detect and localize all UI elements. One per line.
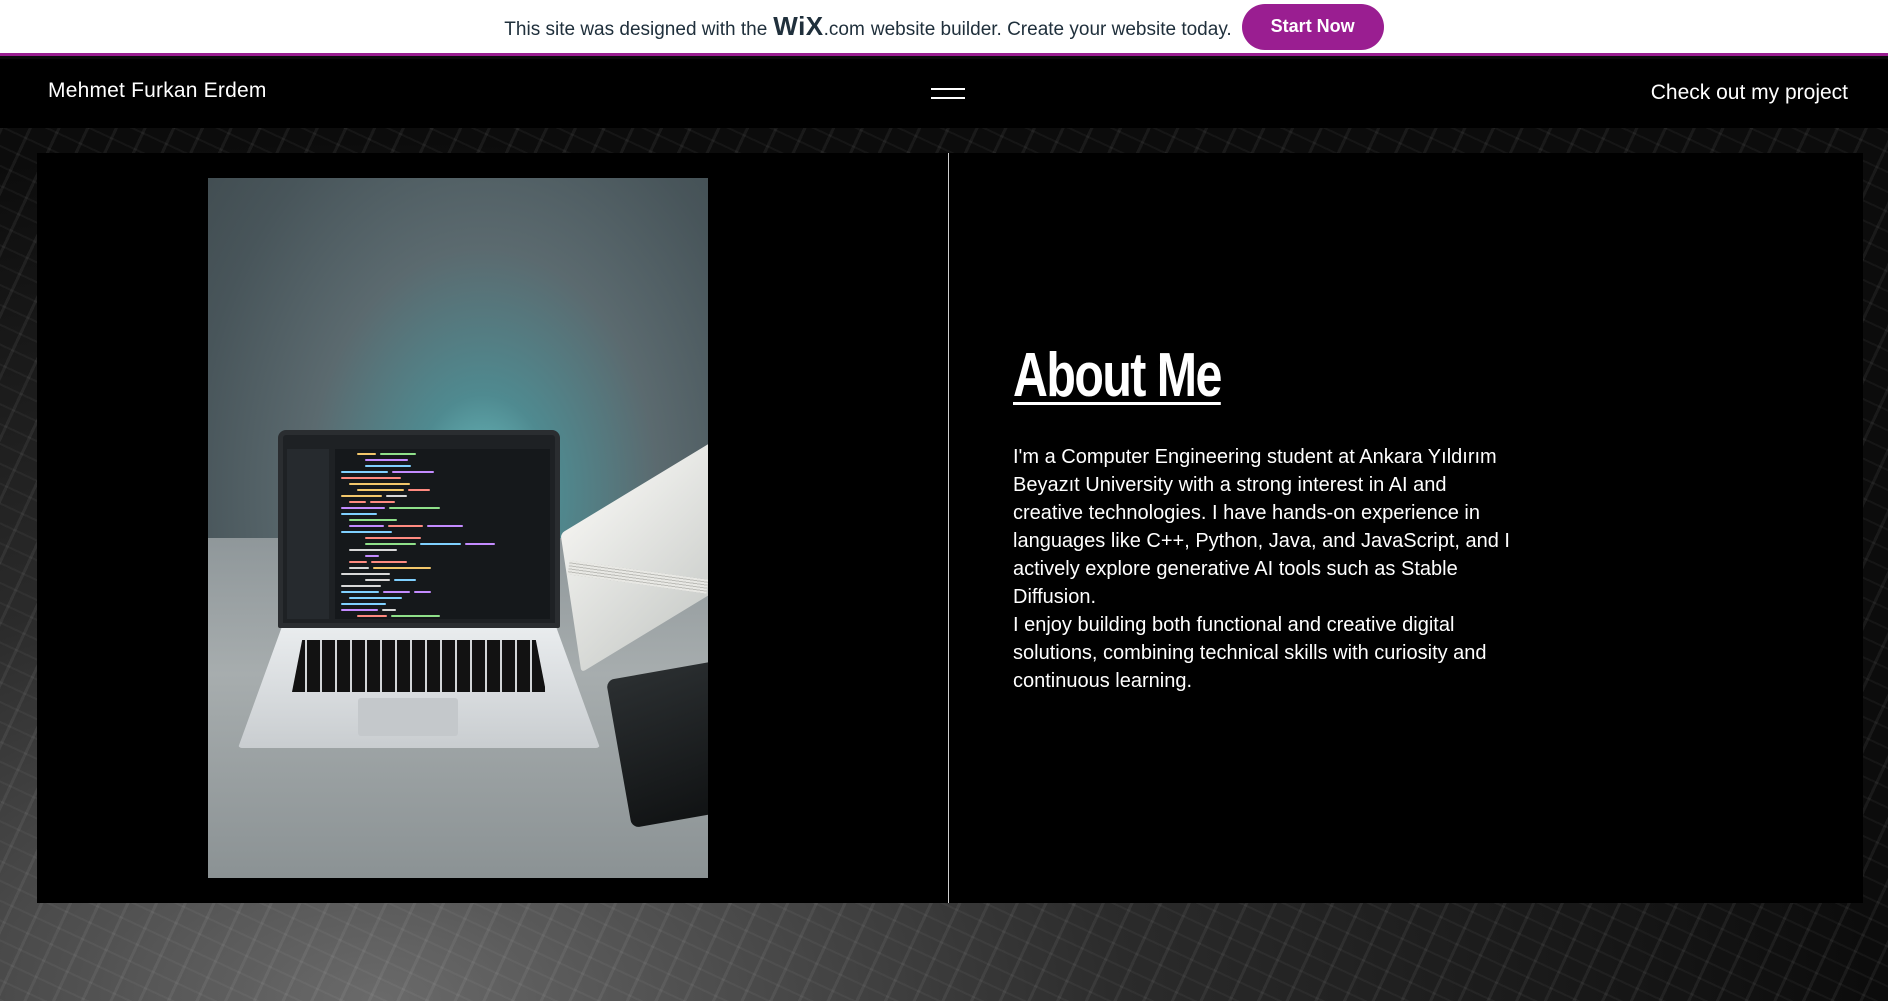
wix-dotcom: .com — [823, 19, 865, 40]
vertical-divider — [948, 153, 949, 903]
start-now-button[interactable]: Start Now — [1241, 3, 1384, 50]
wix-logo: WiX — [773, 11, 824, 41]
banner-text: This site was designed with the WiX .com… — [504, 11, 1231, 42]
site-header: Mehmet Furkan Erdem Check out my project — [0, 59, 1888, 128]
banner-text-before: This site was designed with the — [504, 19, 768, 40]
hamburger-menu-icon[interactable] — [931, 86, 965, 102]
check-out-project-link[interactable]: Check out my project — [1651, 81, 1848, 105]
laptop-photo — [208, 178, 708, 878]
about-paragraph-2: I enjoy building both functional and cre… — [1013, 614, 1487, 692]
about-paragraph-1: I'm a Computer Engineering student at An… — [1013, 446, 1510, 608]
site-name[interactable]: Mehmet Furkan Erdem — [48, 79, 267, 103]
laptop-screen — [278, 430, 560, 628]
banner-text-after: website builder. Create your website tod… — [870, 19, 1232, 40]
about-body: I'm a Computer Engineering student at An… — [1013, 443, 1513, 695]
about-me-heading: About Me — [1013, 341, 1222, 410]
wix-promo-banner: This site was designed with the WiX .com… — [0, 0, 1888, 56]
